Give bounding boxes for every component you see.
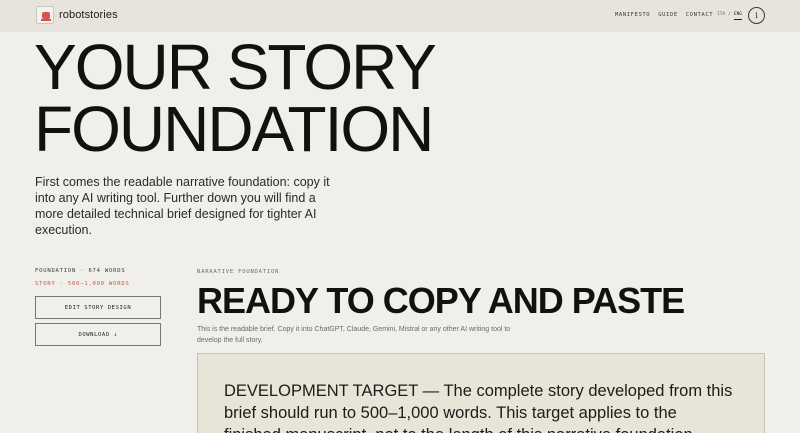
info-button[interactable]: i [748,7,765,24]
page: robotstories MANIFESTO GUIDE CONTACT ITA… [0,0,800,433]
robot-base-shape [41,19,51,21]
section-label: NARRATIVE FOUNDATION [197,269,280,275]
robot-head-shape [42,12,50,19]
lang-separator: / [728,12,731,17]
edit-story-design-button[interactable]: EDIT STORY DESIGN [35,296,161,319]
brief-text: DEVELOPMENT TARGET — The complete story … [224,382,733,433]
section-description: This is the readable brief. Copy it into… [197,326,511,344]
download-button[interactable]: DOWNLOAD ↓ [35,323,161,346]
info-icon: i [755,11,758,20]
section-title: READY TO COPY AND PASTE [197,280,685,321]
top-bar: robotstories MANIFESTO GUIDE CONTACT ITA… [0,0,800,32]
foundation-word-count: FOUNDATION · 674 WORDS [35,268,126,274]
nav-item-guide[interactable]: GUIDE [658,12,678,18]
narrative-brief-box[interactable]: DEVELOPMENT TARGET — The complete story … [197,353,765,433]
nav-item-contact[interactable]: CONTACT [686,12,713,18]
page-title-line2: FOUNDATION [34,93,434,165]
story-word-target: STORY · 500–1,000 WORDS [35,281,130,287]
brand-name[interactable]: robotstories [59,9,118,21]
lang-eng[interactable]: ENG [733,12,742,20]
page-title: YOUR STORY FOUNDATION [34,35,437,161]
robot-logo-icon[interactable] [36,6,54,24]
lang-ita[interactable]: ITA [717,12,725,20]
language-switcher: ITA / ENG [717,12,742,20]
main-nav: MANIFESTO GUIDE CONTACT [615,12,713,18]
nav-item-manifesto[interactable]: MANIFESTO [615,12,650,18]
page-subtitle: First comes the readable narrative found… [35,175,330,237]
